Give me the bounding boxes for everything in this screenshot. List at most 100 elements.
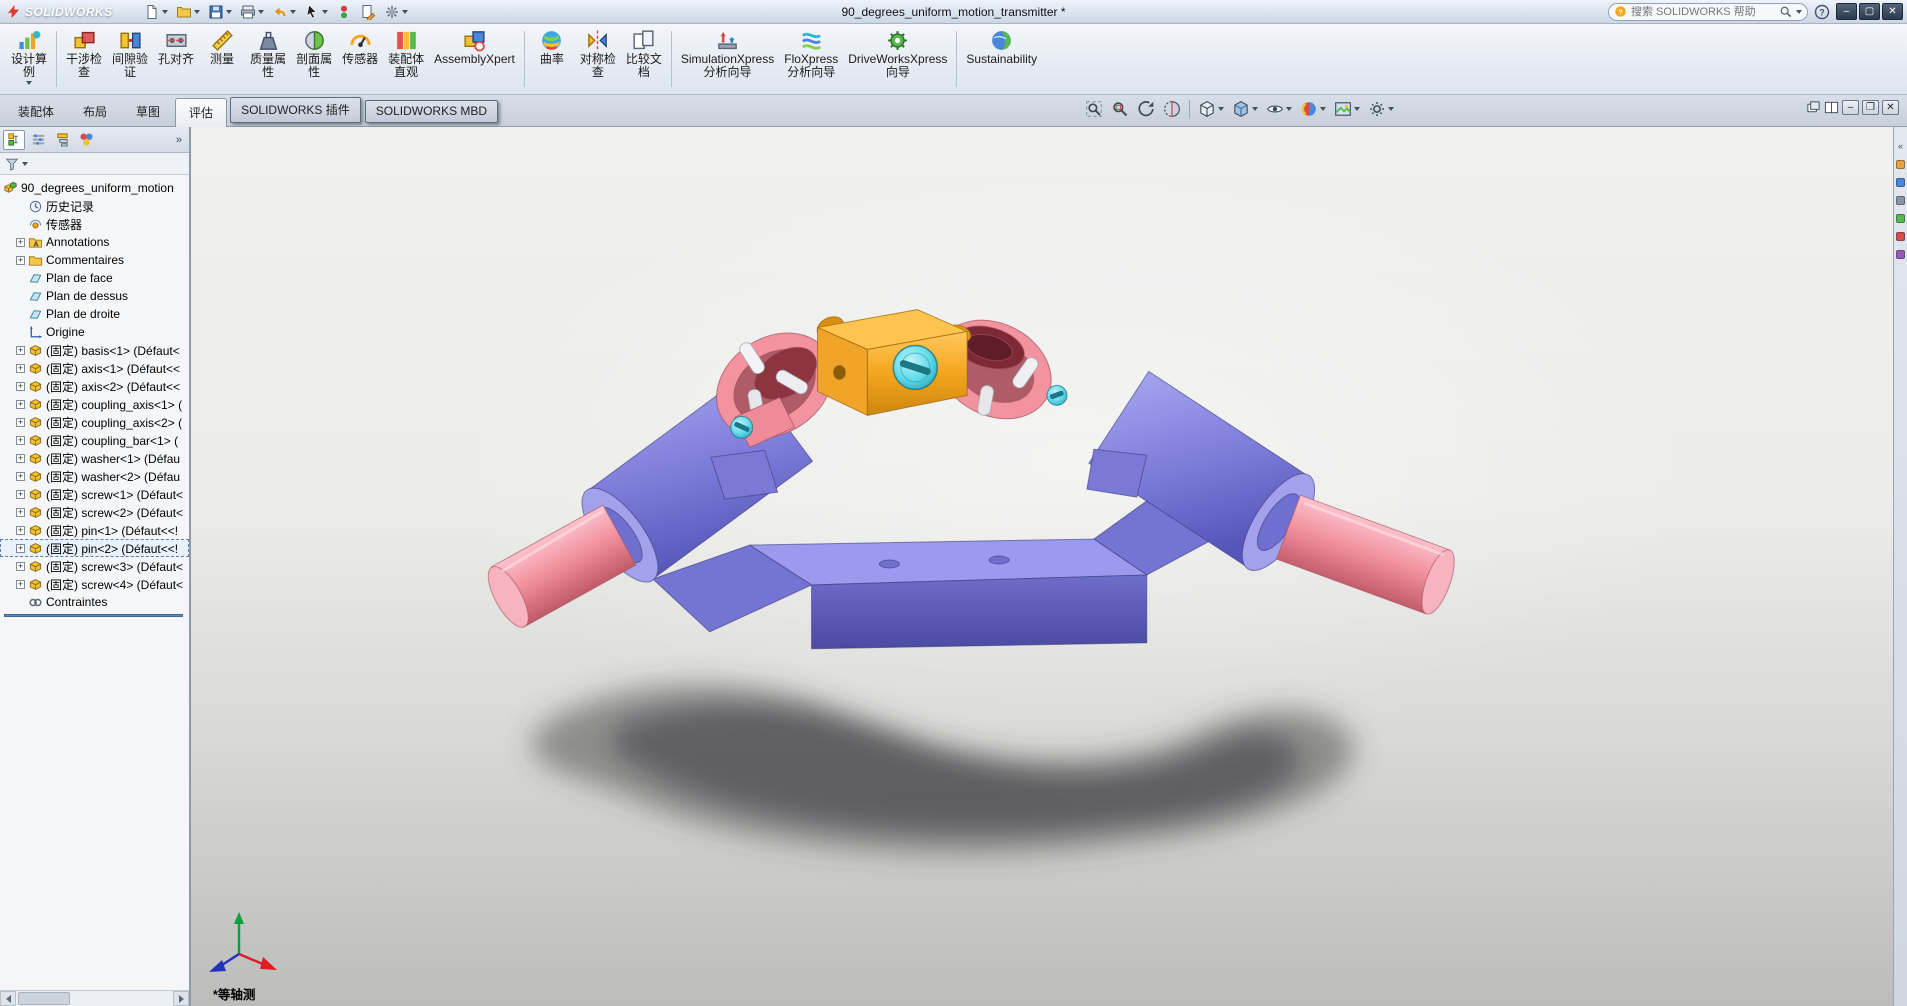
- tab-solidworks-addins[interactable]: SOLIDWORKS 插件: [230, 97, 361, 123]
- tree-item-commentaires[interactable]: + Commentaires: [0, 251, 189, 269]
- panel-tab-display-manager[interactable]: [75, 130, 97, 150]
- floxpress-button[interactable]: FloXpress 分析向导: [779, 26, 843, 92]
- tree-item-origine[interactable]: Origine: [0, 323, 189, 341]
- panel-tab-feature-manager[interactable]: [3, 129, 25, 150]
- viewport[interactable]: *等轴测: [191, 127, 1893, 1006]
- tab-assembly[interactable]: 装配体: [4, 97, 68, 126]
- open-button[interactable]: [173, 3, 203, 21]
- view-settings-button[interactable]: [1365, 98, 1397, 120]
- file-explorer-icon[interactable]: [1896, 196, 1905, 205]
- pane-button[interactable]: [1824, 100, 1839, 115]
- measure-button[interactable]: 测量: [199, 26, 245, 92]
- tree-item-screw-3[interactable]: + (固定) screw<3> (Défaut<: [0, 557, 189, 575]
- clearance-button[interactable]: 间隙验 证: [107, 26, 153, 92]
- select-button[interactable]: [301, 3, 331, 21]
- expand-icon[interactable]: +: [16, 417, 25, 427]
- tree-item-pin-2[interactable]: + (固定) pin<2> (Défaut<<!: [0, 539, 189, 557]
- tree-item-coupling-bar-1[interactable]: + (固定) coupling_bar<1> (: [0, 431, 189, 449]
- cascade-button[interactable]: [1806, 100, 1821, 115]
- view-orientation-button[interactable]: [1195, 98, 1227, 120]
- tree-item-annotations[interactable]: + A Annotations: [0, 233, 189, 251]
- tree-item-pin-1[interactable]: + (固定) pin<1> (Défaut<<!: [0, 521, 189, 539]
- sensor-button[interactable]: 传感器: [337, 26, 383, 92]
- new-button[interactable]: [141, 3, 171, 21]
- expand-icon[interactable]: +: [16, 237, 25, 247]
- apply-scene-button[interactable]: [1331, 98, 1363, 120]
- expand-icon[interactable]: +: [16, 399, 25, 409]
- hide-show-button[interactable]: [1263, 98, 1295, 120]
- model-right-yoke-ear[interactable]: [1086, 448, 1148, 498]
- help-button[interactable]: ?: [1813, 4, 1831, 20]
- doc-close-button[interactable]: ✕: [1882, 100, 1899, 115]
- section-view-button[interactable]: [1160, 98, 1184, 120]
- expand-icon[interactable]: +: [16, 471, 25, 481]
- hole-align-button[interactable]: 孔对齐: [153, 26, 199, 92]
- tree-item-history[interactable]: 历史记录: [0, 197, 189, 215]
- tree-item-washer-2[interactable]: + (固定) washer<2> (Défau: [0, 467, 189, 485]
- driveworksxpress-button[interactable]: DriveWorksXpress 向导: [843, 26, 952, 92]
- tree-item-coupling-axis-1[interactable]: + (固定) coupling_axis<1> (: [0, 395, 189, 413]
- doc-minimize-button[interactable]: –: [1842, 100, 1859, 115]
- expand-icon[interactable]: +: [16, 525, 25, 535]
- mass-props-button[interactable]: 质量属 性: [245, 26, 291, 92]
- scroll-thumb[interactable]: [18, 992, 70, 1005]
- expand-icon[interactable]: +: [16, 543, 25, 553]
- viewport-canvas[interactable]: [191, 127, 1893, 1006]
- tree-item-axis-1[interactable]: + (固定) axis<1> (Défaut<<: [0, 359, 189, 377]
- minimize-button[interactable]: –: [1836, 3, 1857, 20]
- previous-view-button[interactable]: [1134, 98, 1158, 120]
- tree-item-screw-1[interactable]: + (固定) screw<1> (Défaut<: [0, 485, 189, 503]
- panel-tabs-overflow-button[interactable]: »: [172, 134, 186, 146]
- save-button[interactable]: [205, 3, 235, 21]
- panel-tab-configuration-manager[interactable]: [51, 130, 73, 150]
- interference-button[interactable]: 干涉检 查: [61, 26, 107, 92]
- expand-icon[interactable]: +: [16, 381, 25, 391]
- tab-evaluate[interactable]: 评估: [175, 98, 228, 127]
- file-properties-button[interactable]: [357, 3, 379, 21]
- design-study-button[interactable]: 设计算 例: [6, 26, 52, 92]
- sustainability-button[interactable]: Sustainability: [961, 26, 1042, 92]
- appearances-icon[interactable]: [1896, 232, 1905, 241]
- display-style-button[interactable]: [1229, 98, 1261, 120]
- doc-restore-button[interactable]: ❐: [1862, 100, 1879, 115]
- scroll-right-button[interactable]: [173, 991, 189, 1006]
- tree-item-washer-1[interactable]: + (固定) washer<1> (Défau: [0, 449, 189, 467]
- tree-item-plan-de-dessus[interactable]: Plan de dessus: [0, 287, 189, 305]
- tree-end-bar[interactable]: [4, 614, 183, 617]
- expand-icon[interactable]: +: [16, 363, 25, 373]
- model-coupling-block[interactable]: [814, 309, 974, 416]
- expand-icon[interactable]: +: [16, 489, 25, 499]
- maximize-button[interactable]: ▢: [1859, 3, 1880, 20]
- tree-item-coupling-axis-2[interactable]: + (固定) coupling_axis<2> (: [0, 413, 189, 431]
- tab-solidworks-mbd[interactable]: SOLIDWORKS MBD: [364, 100, 499, 123]
- tree-item-basis-1[interactable]: + (固定) basis<1> (Défaut<: [0, 341, 189, 359]
- scroll-left-button[interactable]: [0, 991, 16, 1006]
- custom-properties-icon[interactable]: [1896, 250, 1905, 259]
- tree-item-sensors[interactable]: 传感器: [0, 215, 189, 233]
- tree-item-root[interactable]: 90_degrees_uniform_motion: [0, 179, 189, 197]
- search-caret-icon[interactable]: [1796, 9, 1802, 14]
- undo-button[interactable]: [269, 3, 299, 21]
- scroll-track[interactable]: [16, 991, 173, 1006]
- tree-item-contraintes[interactable]: Contraintes: [0, 593, 189, 611]
- compare-button[interactable]: 比较文 档: [621, 26, 667, 92]
- expand-icon[interactable]: +: [16, 255, 25, 265]
- simulationxpress-button[interactable]: SimulationXpress 分析向导: [676, 26, 779, 92]
- tab-sketch[interactable]: 草图: [122, 97, 174, 126]
- assembly-vis-button[interactable]: 装配体 直观: [383, 26, 429, 92]
- rebuild-button[interactable]: [333, 3, 355, 21]
- tree-item-axis-2[interactable]: + (固定) axis<2> (Défaut<<: [0, 377, 189, 395]
- section-props-button[interactable]: 剖面属 性: [291, 26, 337, 92]
- tree-item-screw-4[interactable]: + (固定) screw<4> (Défaut<: [0, 575, 189, 593]
- model-right-shaft[interactable]: [1275, 494, 1460, 618]
- search-icon[interactable]: [1779, 5, 1792, 18]
- options-button[interactable]: [381, 3, 411, 21]
- view-palette-icon[interactable]: [1896, 214, 1905, 223]
- task-pane-expand-button[interactable]: «: [1898, 141, 1903, 151]
- zoom-area-button[interactable]: [1108, 98, 1132, 120]
- search-input[interactable]: [1631, 5, 1775, 18]
- edit-appearance-button[interactable]: [1297, 98, 1329, 120]
- expand-icon[interactable]: +: [16, 561, 25, 571]
- resources-icon[interactable]: [1896, 160, 1905, 169]
- expand-icon[interactable]: +: [16, 507, 25, 517]
